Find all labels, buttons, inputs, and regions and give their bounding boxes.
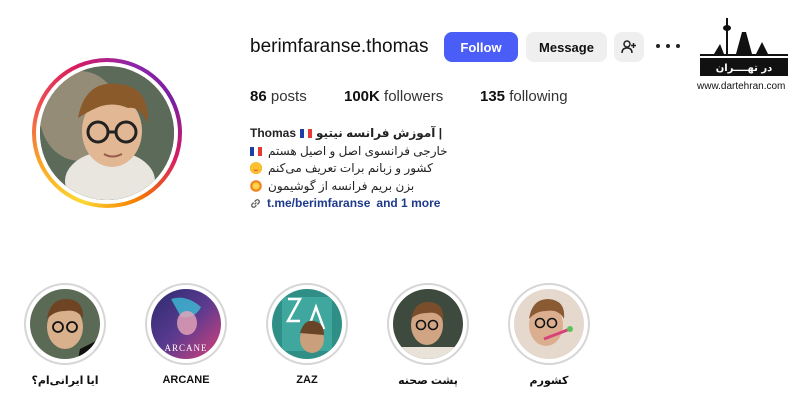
posts-stat: 86 posts: [250, 88, 307, 105]
bio-name: Thomas: [250, 126, 297, 140]
highlight-3-cover: [272, 289, 342, 359]
add-user-button[interactable]: [614, 32, 644, 62]
bio-line-1: خارجی فرانسوی اصل و اصیل هستم: [250, 143, 490, 161]
bio-line-3: بزن بریم فرانسه از گوشیمون: [250, 178, 490, 196]
profile-avatar[interactable]: [40, 66, 174, 200]
highlight-1[interactable]: ایا ایرانی‌ام؟: [23, 283, 107, 387]
bio-title: آموزش فرانسه نیتیو |: [316, 126, 443, 140]
message-button[interactable]: Message: [526, 32, 607, 62]
follow-button[interactable]: Follow: [444, 32, 518, 62]
person-plus-icon: [621, 40, 636, 54]
followers-stat[interactable]: 100K followers: [344, 88, 443, 105]
highlight-2-cover: ARCANE: [151, 289, 221, 359]
highlight-5[interactable]: کشورم: [507, 283, 591, 387]
avatar-border: [36, 62, 178, 204]
highlight-5-cover: [514, 289, 584, 359]
svg-text:ARCANE: ARCANE: [164, 343, 207, 353]
highlight-4[interactable]: پشت صحنه: [386, 283, 470, 387]
highlight-1-cover: [30, 289, 100, 359]
france-flag-icon: [300, 129, 313, 138]
more-horizontal-icon: [656, 44, 660, 48]
highlight-label: ZAZ: [296, 374, 318, 386]
highlight-label: ARCANE: [162, 374, 210, 386]
username: berimfaranse.thomas: [250, 36, 429, 57]
following-stat[interactable]: 135 following: [480, 88, 568, 105]
bio-name-row: Thomas آموزش فرانسه نیتیو |: [250, 125, 490, 143]
profile-avatar-ring[interactable]: [32, 58, 182, 208]
heart-eyes-emoji-icon: [250, 162, 262, 174]
logo-text: در تهــــران: [716, 63, 773, 74]
highlight-2[interactable]: ARCANE ARCANE: [144, 283, 228, 386]
more-options-button[interactable]: [656, 38, 680, 54]
logo-url: www.dartehran.com: [697, 81, 786, 92]
avatar-portrait: [40, 66, 174, 200]
collision-emoji-icon: [250, 179, 262, 192]
highlight-4-cover: [393, 289, 463, 359]
bio-line-2: کشور و زبانم برات تعریف می‌کنم: [250, 160, 490, 178]
highlight-label: پشت صحنه: [398, 375, 458, 387]
france-flag-icon: [250, 146, 262, 156]
highlight-label: ایا ایرانی‌ام؟: [31, 375, 99, 387]
profile-bio: Thomas آموزش فرانسه نیتیو | خارجی فرانسو…: [250, 125, 490, 213]
highlight-3[interactable]: ZAZ: [265, 283, 349, 386]
bio-link[interactable]: t.me/berimfaranse and 1 more: [250, 195, 490, 213]
link-icon: [251, 199, 260, 209]
highlight-label: کشورم: [529, 375, 569, 387]
